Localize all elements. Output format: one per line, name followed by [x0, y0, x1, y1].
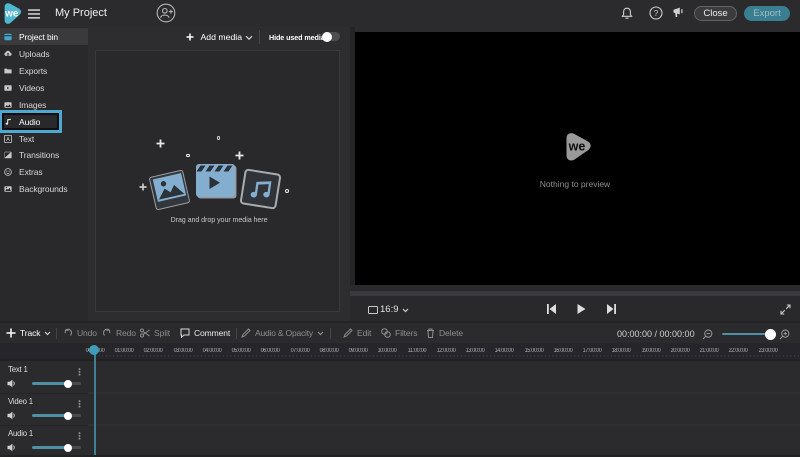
svg-text:we: we — [4, 9, 19, 20]
svg-text:?: ? — [654, 9, 659, 18]
svg-text:A: A — [6, 137, 10, 143]
svg-text:we: we — [568, 140, 586, 154]
